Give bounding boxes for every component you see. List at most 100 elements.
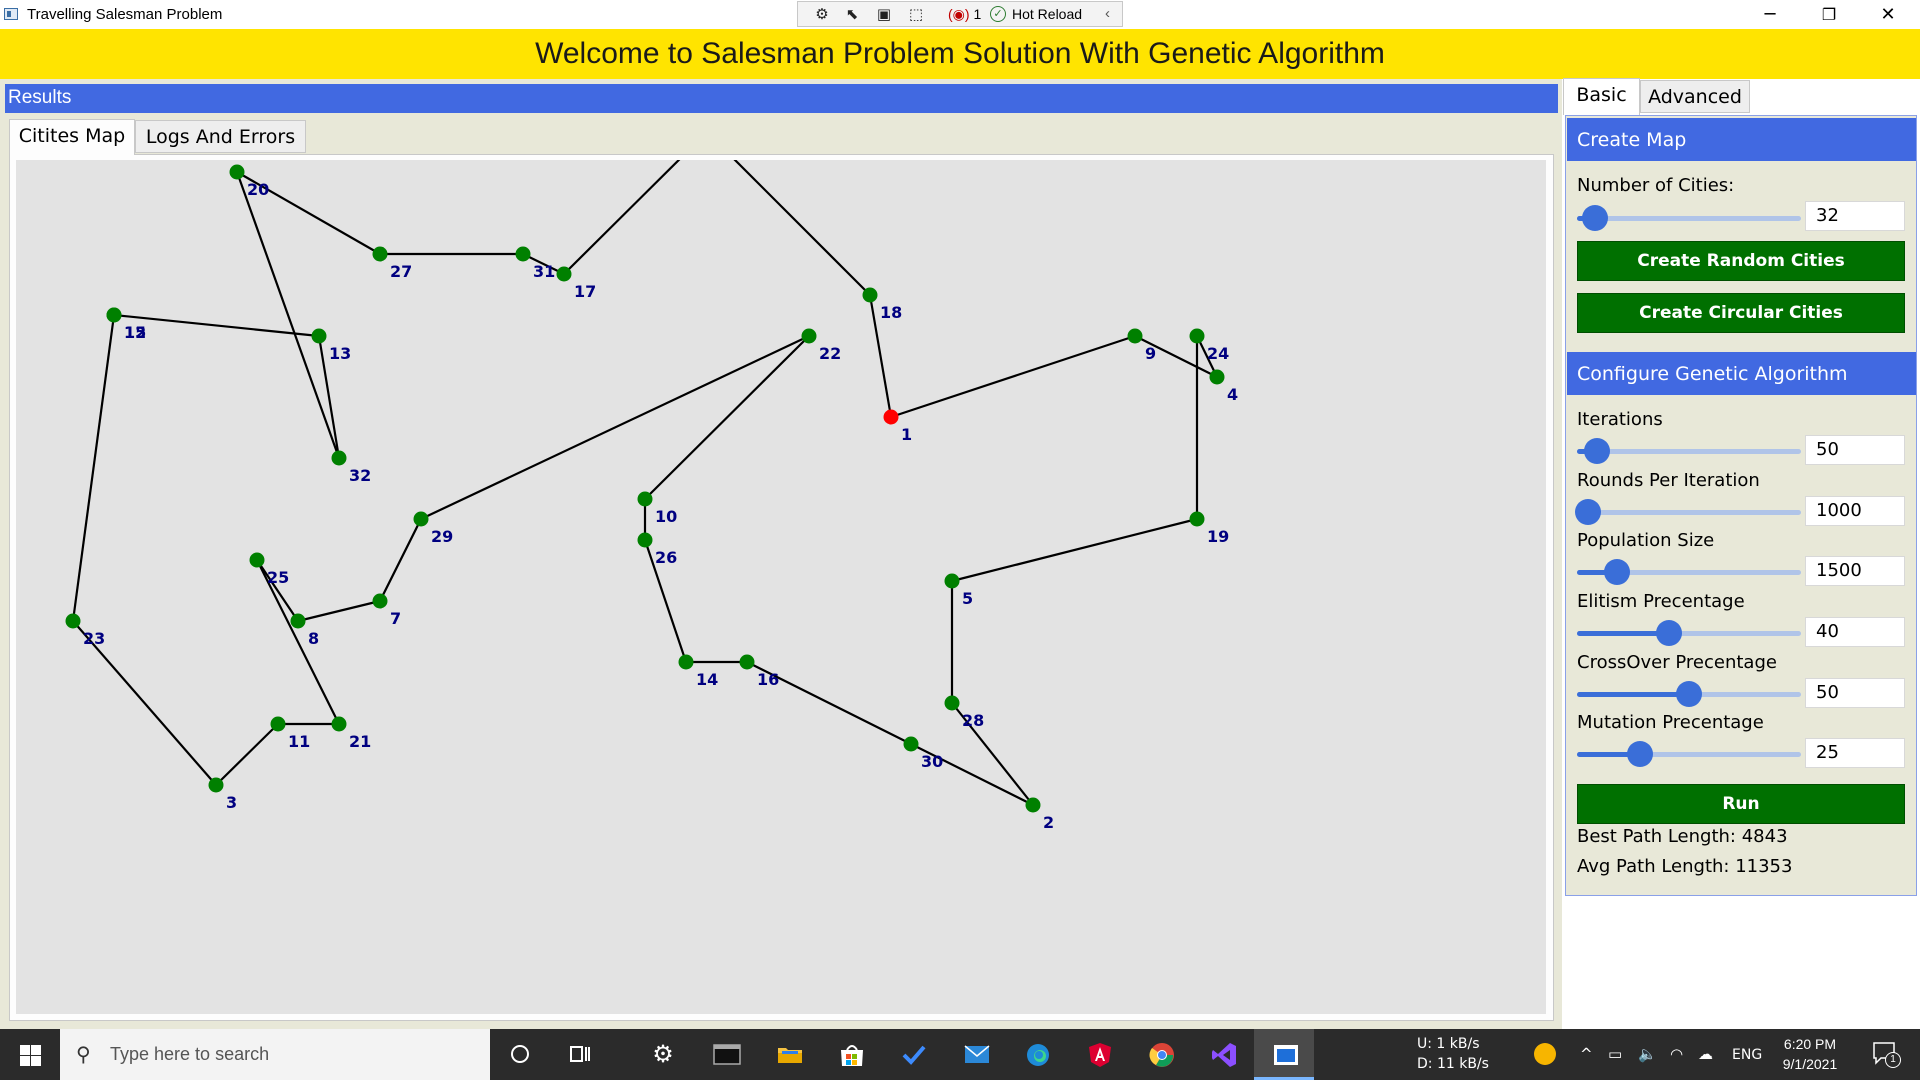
city-label-18: 18 (880, 303, 902, 322)
crossover-label: CrossOver Precentage (1577, 652, 1777, 673)
network-speed: U: 1 kB/s D: 11 kB/s (1417, 1034, 1489, 1074)
rounds-slider[interactable] (1575, 499, 1801, 525)
mutation-slider[interactable] (1577, 741, 1801, 767)
results-title: Results (8, 87, 72, 108)
store-button[interactable] (820, 1029, 880, 1080)
city-label-4: 4 (1227, 385, 1238, 404)
city-marker-10 (637, 491, 653, 507)
city-label-5: 5 (962, 589, 973, 608)
ga-config-header: Configure Genetic Algorithm (1567, 352, 1916, 395)
city-marker-11 (270, 716, 286, 732)
mail-icon (963, 1042, 990, 1066)
rounds-input[interactable]: 1000 (1805, 496, 1905, 526)
track-focus-icon[interactable]: ⬚ (906, 5, 926, 23)
minimize-button[interactable]: ─ (1741, 0, 1799, 29)
crossover-slider[interactable] (1577, 681, 1801, 707)
terminal-app-button[interactable] (695, 1029, 755, 1080)
city-label-9: 9 (1145, 344, 1156, 363)
clock[interactable]: 6:20 PM 9/1/2021 (1760, 1034, 1860, 1074)
city-label-10: 10 (655, 507, 677, 526)
mail-button[interactable] (945, 1029, 1005, 1080)
notification-badge: 1 (1885, 1052, 1901, 1068)
run-button[interactable]: Run (1577, 784, 1905, 824)
taskbar-search-box[interactable]: ⚲ Type here to search (60, 1029, 490, 1080)
edge-button[interactable] (1007, 1029, 1067, 1080)
create-random-cities-button[interactable]: Create Random Cities (1577, 241, 1905, 281)
restore-button[interactable]: ❐ (1800, 0, 1858, 29)
city-label-1: 1 (901, 425, 912, 444)
close-button[interactable]: ✕ (1859, 0, 1917, 29)
population-slider[interactable] (1577, 559, 1801, 585)
slider-thumb[interactable] (1626, 741, 1653, 767)
ga-config-title: Configure Genetic Algorithm (1577, 363, 1848, 385)
tab-logs-and-errors[interactable]: Logs And Errors (135, 120, 306, 153)
tab-cities-map[interactable]: Citites Map (9, 119, 135, 155)
num-cities-input[interactable]: 32 (1805, 201, 1905, 231)
todo-button[interactable] (883, 1029, 943, 1080)
binding-failures-indicator[interactable]: (◉) 1 (948, 6, 981, 23)
iterations-slider[interactable] (1577, 438, 1801, 464)
notification-center-button[interactable]: 1 (1872, 1041, 1901, 1068)
display-layout-adorners-icon[interactable]: ▣ (874, 5, 894, 23)
wifi-icon[interactable]: ◠ (1670, 1045, 1683, 1063)
elitism-input[interactable]: 40 (1805, 617, 1905, 647)
task-view-button[interactable] (550, 1029, 610, 1080)
start-button[interactable] (0, 1029, 60, 1080)
hot-reload-label[interactable]: Hot Reload (1012, 6, 1082, 22)
title-bar: Travelling Salesman Problem ⚙ ⬉ ▣ ⬚ (◉) … (0, 0, 1920, 29)
city-label-28: 28 (962, 711, 984, 730)
clock-time: 6:20 PM (1783, 1036, 1837, 1052)
city-label-29: 29 (431, 527, 453, 546)
city-marker-14 (678, 654, 694, 670)
avg-path-length: Avg Path Length: 11353 (1577, 856, 1793, 877)
file-explorer-button[interactable] (758, 1029, 818, 1080)
elitism-label: Elitism Precentage (1577, 591, 1745, 612)
city-label-20: 20 (247, 180, 269, 199)
city-label-22: 22 (819, 344, 841, 363)
battery-icon[interactable]: ▭ (1608, 1045, 1622, 1063)
settings-app-button[interactable]: ⚙ (633, 1029, 693, 1080)
city-label-23: 23 (83, 629, 105, 648)
onedrive-icon[interactable]: ☁ (1698, 1045, 1713, 1063)
create-circular-cities-button[interactable]: Create Circular Cities (1577, 293, 1905, 333)
city-marker-18 (862, 287, 878, 303)
volume-icon[interactable]: 🔈 (1638, 1045, 1657, 1063)
tray-app-icon[interactable] (1534, 1043, 1556, 1065)
cortana-button[interactable] (490, 1029, 550, 1080)
cortana-icon (508, 1042, 532, 1066)
show-hidden-icons-icon[interactable]: ^ (1580, 1045, 1593, 1063)
slider-thumb[interactable] (1676, 681, 1702, 707)
slider-thumb[interactable] (1581, 205, 1608, 231)
num-cities-slider[interactable] (1577, 205, 1801, 231)
taskbar: ⚲ Type here to search ⚙ U: 1 kB/s D: 11 … (0, 1029, 1920, 1080)
tab-basic[interactable]: Basic (1563, 78, 1640, 115)
live-visual-tree-icon[interactable]: ⚙ (812, 5, 832, 23)
tab-advanced[interactable]: Advanced (1640, 80, 1750, 113)
population-input[interactable]: 1500 (1805, 556, 1905, 586)
crossover-input[interactable]: 50 (1805, 678, 1905, 708)
net-download: D: 11 kB/s (1417, 1056, 1489, 1072)
select-element-icon[interactable]: ⬉ (842, 5, 862, 23)
city-label-27: 27 (390, 262, 412, 281)
city-marker-9 (1127, 328, 1143, 344)
iterations-input[interactable]: 50 (1805, 435, 1905, 465)
chrome-button[interactable] (1131, 1029, 1191, 1080)
city-label-2: 2 (1043, 813, 1054, 832)
city-marker-26 (637, 532, 653, 548)
city-marker-29 (413, 511, 429, 527)
mutation-input[interactable]: 25 (1805, 738, 1905, 768)
cities-map: 1234567891011121314151617181920212223242… (16, 160, 1546, 1014)
language-indicator[interactable]: ENG (1732, 1047, 1762, 1063)
slider-thumb[interactable] (1575, 499, 1602, 525)
collapse-toolbar-icon[interactable]: ‹ (1105, 5, 1110, 22)
binding-failures-count: 1 (973, 6, 982, 22)
running-app-button[interactable] (1254, 1029, 1314, 1080)
city-label-8: 8 (308, 629, 319, 648)
city-label-16: 16 (757, 670, 779, 689)
num-cities-label: Number of Cities: (1577, 175, 1735, 196)
visual-studio-button[interactable] (1193, 1029, 1253, 1080)
slider-thumb[interactable] (1655, 620, 1682, 646)
angular-button[interactable] (1069, 1029, 1129, 1080)
slider-thumb[interactable] (1584, 438, 1611, 464)
elitism-slider[interactable] (1577, 620, 1801, 646)
